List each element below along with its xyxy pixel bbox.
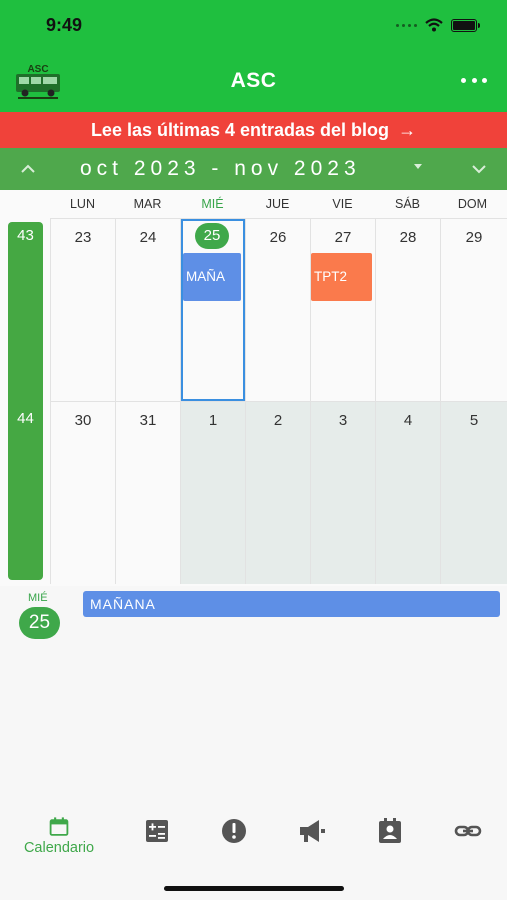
calendar-grid: 43 44 23 24 26 27 28 29 30 31 1 2 3 4 5 …: [0, 218, 507, 586]
today-date-badge: 25: [195, 223, 229, 249]
day-cell[interactable]: 5: [440, 401, 507, 584]
day-cell[interactable]: 2: [245, 401, 310, 584]
status-bar: 9:49: [0, 0, 507, 52]
agenda-list: MIÉ 25 MAÑANA: [0, 586, 507, 800]
calendar-nav: oct 2023 - nov 2023: [0, 148, 507, 190]
event-chip-manana[interactable]: MAÑA: [183, 253, 241, 301]
megaphone-icon: [300, 820, 325, 842]
day-cell[interactable]: 1: [180, 401, 245, 584]
day-cell[interactable]: 4: [375, 401, 440, 584]
week-number-bar: [8, 222, 43, 580]
agenda-weekday: MIÉ: [28, 592, 48, 604]
month-range-selector[interactable]: oct 2023 - nov 2023: [80, 157, 361, 181]
week-number: 43: [17, 227, 34, 244]
day-cell[interactable]: 27: [310, 218, 375, 401]
day-number: 24: [139, 229, 157, 246]
wifi-icon: [425, 18, 443, 32]
day-number: 31: [139, 412, 157, 429]
calendar-icon: [49, 817, 69, 836]
chevron-up-icon[interactable]: [18, 159, 38, 179]
status-time: 9:49: [46, 15, 83, 35]
event-chip-tpt2[interactable]: TPT2: [311, 253, 372, 301]
day-cell[interactable]: 24: [115, 218, 180, 401]
arrow-right-icon: →: [398, 120, 417, 140]
bottom-tab-bar: Calendario: [0, 800, 507, 900]
weekday-label: DOM: [457, 197, 488, 211]
day-cell[interactable]: 28: [375, 218, 440, 401]
day-number: 2: [273, 412, 283, 429]
tab-contacts[interactable]: [360, 816, 420, 856]
day-number: 4: [403, 412, 413, 429]
contact-card-icon: [379, 818, 401, 843]
signal-icon: [396, 23, 417, 27]
header: 9:49 ASC ASC: [0, 0, 507, 112]
day-cell[interactable]: 26: [245, 218, 310, 401]
day-number: 26: [269, 229, 287, 246]
day-cell[interactable]: 23: [50, 218, 115, 401]
home-indicator: [164, 886, 344, 891]
blog-banner[interactable]: Lee las últimas 4 entradas del blog →: [0, 112, 507, 148]
app-bar: ASC ASC: [0, 52, 507, 110]
day-number: 29: [465, 229, 483, 246]
weekday-label: VIE: [332, 197, 353, 211]
day-number: 1: [208, 412, 218, 429]
weekday-label-today: MIÉ: [201, 197, 224, 211]
link-icon: [454, 825, 482, 837]
caret-down-icon[interactable]: [414, 164, 422, 169]
weekday-label: JUE: [265, 197, 290, 211]
day-number: 27: [334, 229, 352, 246]
weekday-label: SÁB: [394, 197, 420, 211]
day-number: 3: [338, 412, 348, 429]
tab-calculator[interactable]: [127, 816, 187, 856]
calculator-icon: [146, 820, 168, 842]
alert-icon: [222, 819, 246, 843]
tab-calendario[interactable]: Calendario: [24, 816, 94, 856]
status-icons: [396, 18, 480, 32]
more-options-icon[interactable]: [461, 70, 487, 90]
agenda-date-badge: 25: [19, 607, 60, 639]
week-number: 44: [17, 410, 34, 427]
day-number: 5: [469, 412, 479, 429]
day-cell[interactable]: 30: [50, 401, 115, 584]
battery-icon: [451, 18, 480, 32]
weekday-label: MAR: [133, 197, 162, 211]
day-cell[interactable]: 29: [440, 218, 507, 401]
chevron-down-icon[interactable]: [469, 159, 489, 179]
tab-alerts[interactable]: [204, 816, 264, 856]
tab-links[interactable]: [438, 816, 498, 856]
agenda-event[interactable]: MAÑANA: [83, 591, 500, 617]
day-number: 23: [74, 229, 92, 246]
day-number: 28: [399, 229, 417, 246]
day-cell[interactable]: 3: [310, 401, 375, 584]
tab-label: Calendario: [23, 840, 95, 856]
tab-announcements[interactable]: [282, 816, 342, 856]
app-title: ASC: [230, 69, 277, 92]
day-cell[interactable]: 31: [115, 401, 180, 584]
weekday-label: LUN: [69, 197, 95, 211]
day-number: 30: [74, 412, 92, 429]
blog-banner-text: Lee las últimas 4 entradas del blog: [90, 120, 390, 140]
weekday-header: LUN MAR MIÉ JUE VIE SÁB DOM: [0, 190, 507, 218]
